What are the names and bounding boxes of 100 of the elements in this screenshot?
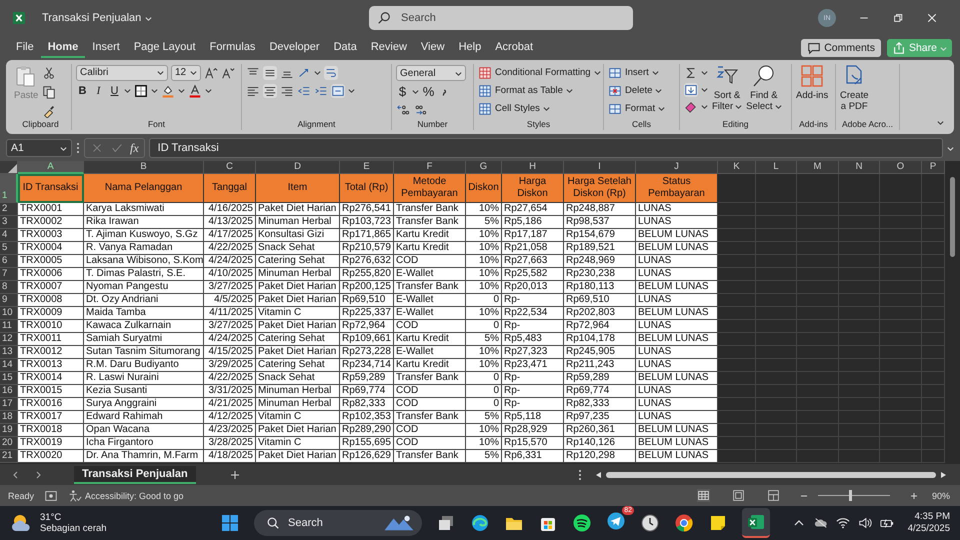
font-size-field[interactable]: 12 — [171, 64, 201, 80]
row-number[interactable]: 1 — [0, 174, 18, 203]
styles-button[interactable]: Format as Table — [478, 83, 599, 98]
clock-text[interactable]: 4:35 PM 4/25/2025 — [908, 511, 950, 535]
sticky-note-icon[interactable] — [708, 513, 728, 533]
number-format-field[interactable]: General — [396, 65, 466, 81]
close-icon[interactable] — [926, 12, 938, 24]
wifi-icon[interactable] — [836, 517, 850, 529]
grow-font-icon[interactable] — [204, 66, 218, 80]
column-header[interactable]: B — [84, 161, 204, 174]
comments-button[interactable]: Comments — [801, 39, 881, 57]
caret-icon[interactable] — [412, 88, 419, 95]
shrink-font-icon[interactable] — [221, 66, 235, 80]
caret-icon[interactable] — [348, 87, 355, 94]
sort-filter-button[interactable]: Sort & Filter — [712, 64, 742, 112]
column-header[interactable]: A — [18, 161, 84, 174]
battery-icon[interactable] — [880, 517, 894, 529]
sheet-tab[interactable]: Transaksi Penjualan — [74, 466, 196, 484]
increase-decimal-icon[interactable] — [396, 102, 410, 116]
row-number[interactable]: 10 — [0, 307, 18, 320]
column-header[interactable]: P — [922, 161, 945, 174]
zoom-slider-thumb[interactable] — [848, 490, 852, 501]
font-name-field[interactable]: Calibri — [76, 64, 168, 80]
column-header[interactable]: I — [564, 161, 636, 174]
find-select-button[interactable]: Find & Select — [746, 64, 782, 112]
spreadsheet-app-icon[interactable] — [746, 512, 766, 532]
eraser-icon[interactable] — [684, 100, 698, 114]
styles-button[interactable]: Cell Styles — [478, 101, 599, 116]
row-number[interactable]: 11 — [0, 320, 18, 333]
row-number[interactable]: 5 — [0, 242, 18, 255]
italic-button[interactable]: I — [92, 84, 105, 96]
percent-button[interactable]: % — [422, 84, 435, 99]
document-title[interactable]: Transaksi Penjualan — [42, 12, 342, 24]
row-number[interactable]: 13 — [0, 346, 18, 359]
add-sheet-icon[interactable] — [230, 470, 240, 480]
caret-icon[interactable] — [151, 87, 158, 94]
caret-icon[interactable] — [701, 86, 708, 93]
cells-button[interactable]: Format — [608, 101, 675, 116]
caret-icon[interactable] — [178, 87, 185, 94]
restore-icon[interactable] — [892, 12, 904, 24]
name-box[interactable]: A1 — [6, 139, 72, 157]
browser-wave-icon[interactable] — [470, 513, 490, 533]
column-header[interactable]: C — [204, 161, 256, 174]
merge-cells-icon[interactable] — [331, 84, 345, 98]
column-header[interactable]: K — [718, 161, 756, 174]
row-number[interactable]: 3 — [0, 216, 18, 229]
column-header[interactable]: F — [394, 161, 466, 174]
column-header[interactable]: N — [839, 161, 880, 174]
row-number[interactable]: 21 — [0, 450, 18, 463]
menu-tab[interactable]: Page Layout — [126, 38, 203, 58]
collapse-ribbon-icon[interactable] — [937, 119, 944, 126]
page-break-icon[interactable] — [766, 489, 780, 502]
align-center-icon[interactable] — [263, 84, 277, 98]
zoom-level[interactable]: 90% — [932, 490, 950, 500]
currency-button[interactable]: $ — [396, 84, 409, 99]
styles-button[interactable]: Conditional Formatting — [478, 65, 599, 80]
row-number[interactable]: 16 — [0, 385, 18, 398]
row-number[interactable]: 8 — [0, 281, 18, 294]
scroll-left-icon[interactable] — [596, 472, 602, 478]
normal-view-icon[interactable] — [696, 489, 710, 502]
menu-tab[interactable]: Insert — [85, 38, 127, 58]
caret-icon[interactable] — [701, 103, 708, 110]
add-ins-button[interactable]: Add-ins — [796, 64, 828, 101]
create-pdf-button[interactable]: Create a PDF — [840, 64, 869, 112]
speaker-icon[interactable] — [858, 517, 872, 529]
scissors-icon[interactable] — [42, 66, 56, 80]
bold-button[interactable]: B — [76, 84, 89, 96]
paper-plane-icon[interactable] — [606, 510, 626, 530]
format-painter-icon[interactable] — [42, 104, 56, 118]
row-number[interactable]: 7 — [0, 268, 18, 281]
search-field[interactable]: Search — [369, 6, 633, 30]
menu-tab[interactable]: View — [414, 38, 452, 58]
caret-icon[interactable] — [947, 144, 954, 152]
row-number[interactable]: 17 — [0, 398, 18, 411]
column-header[interactable]: H — [502, 161, 564, 174]
vertical-scrollbar[interactable] — [945, 161, 960, 464]
column-header[interactable]: M — [797, 161, 839, 174]
font-color-icon[interactable] — [188, 84, 202, 98]
next-sheet-icon[interactable] — [34, 470, 42, 478]
menu-tab[interactable]: Formulas — [202, 38, 262, 58]
scroll-right-icon[interactable] — [940, 472, 946, 478]
caret-icon[interactable] — [205, 87, 212, 94]
caret-icon[interactable] — [701, 69, 708, 76]
task-view-icon[interactable] — [436, 513, 456, 533]
row-number[interactable]: 12 — [0, 333, 18, 346]
clock-icon[interactable] — [640, 513, 660, 533]
previous-sheet-icon[interactable] — [12, 470, 20, 478]
more-icon[interactable] — [578, 468, 582, 482]
fill-color-icon[interactable] — [161, 84, 175, 98]
menu-tab[interactable]: File — [9, 38, 41, 58]
music-app-icon[interactable] — [572, 513, 592, 533]
start-icon[interactable] — [220, 513, 240, 533]
menu-tab[interactable]: Review — [364, 38, 414, 58]
row-number[interactable]: 6 — [0, 255, 18, 268]
align-middle-icon[interactable] — [263, 66, 277, 80]
column-header[interactable]: O — [880, 161, 922, 174]
row-number[interactable]: 2 — [0, 203, 18, 216]
row-number[interactable]: 14 — [0, 359, 18, 372]
row-number[interactable]: 19 — [0, 424, 18, 437]
cells-button[interactable]: Delete — [608, 83, 675, 98]
